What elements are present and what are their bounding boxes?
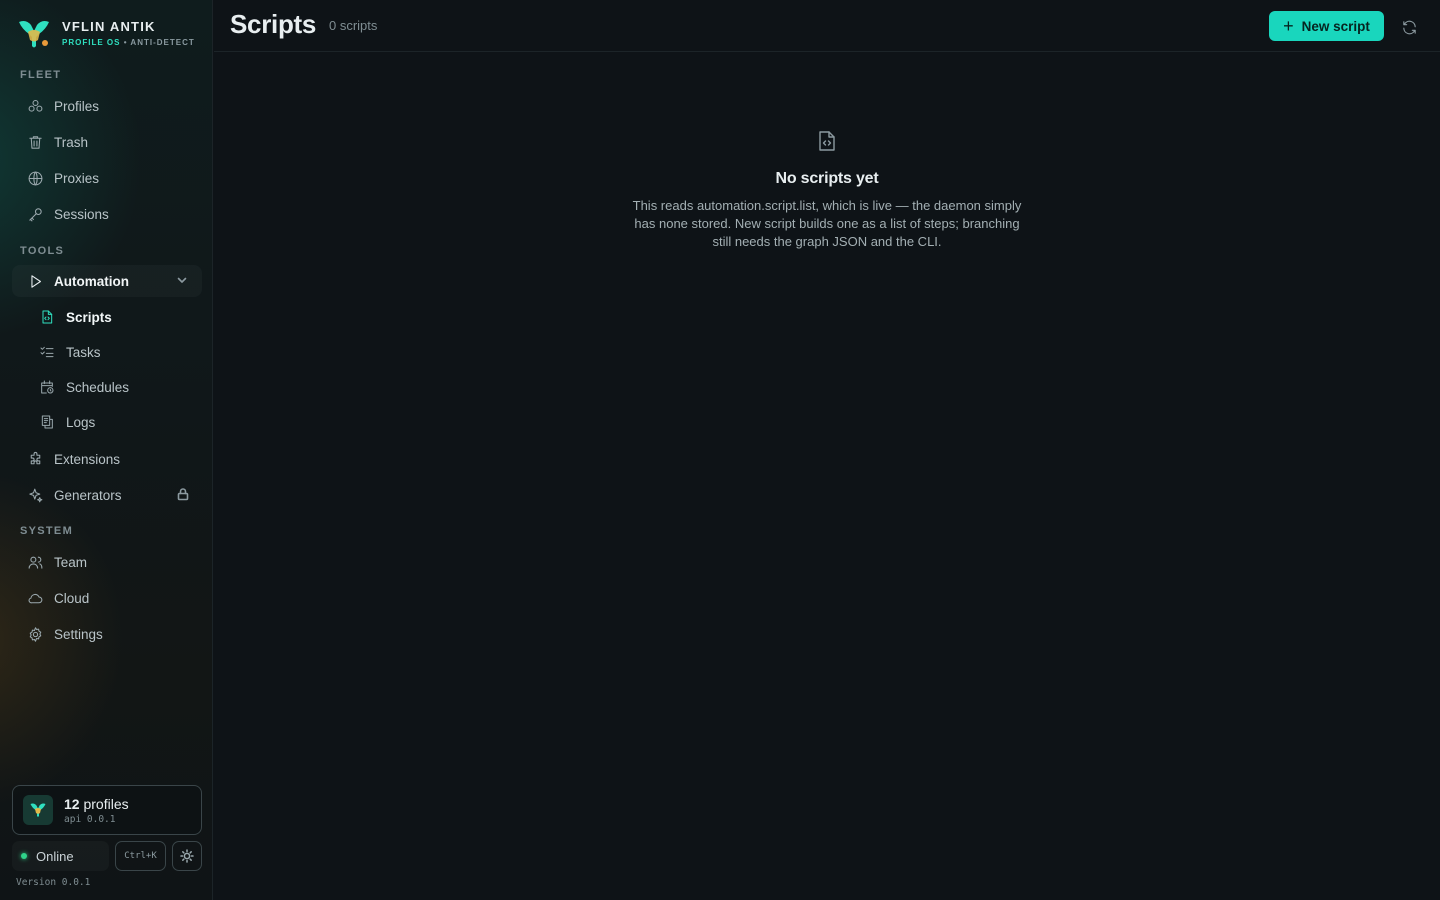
sidebar-item-scripts[interactable]: Scripts <box>22 302 202 332</box>
logs-icon <box>38 413 56 431</box>
new-script-button[interactable]: + New script <box>1269 11 1384 41</box>
sidebar: VFLIN ANTIK PROFILE OS • ANTI-DETECT FLE… <box>0 0 213 900</box>
status-dot-icon <box>21 853 27 859</box>
brand-name: VFLIN ANTIK <box>62 19 156 34</box>
sidebar-item-label: Schedules <box>66 379 130 395</box>
scripts-count: 0 scripts <box>329 18 378 33</box>
brand[interactable]: VFLIN ANTIK PROFILE OS • ANTI-DETECT <box>16 16 195 52</box>
sidebar-item-logs[interactable]: Logs <box>22 407 202 437</box>
list-checks-icon <box>38 343 56 361</box>
cloud-icon <box>26 589 44 607</box>
sidebar-item-label: Settings <box>54 626 103 642</box>
empty-state: No scripts yet This reads automation.scr… <box>214 130 1440 251</box>
sidebar-item-proxies[interactable]: Proxies <box>12 162 202 194</box>
brand-mini-logo <box>23 795 53 825</box>
section-label-tools: TOOLS <box>20 245 65 257</box>
app-version: Version 0.0.1 <box>16 877 91 888</box>
sun-icon <box>180 849 194 863</box>
sidebar-item-label: Profiles <box>54 98 100 114</box>
profiles-icon <box>26 97 44 115</box>
sidebar-item-label: Extensions <box>54 451 121 467</box>
puzzle-icon <box>26 450 44 468</box>
sidebar-item-label: Team <box>54 554 88 570</box>
gear-icon <box>26 625 44 643</box>
sidebar-item-label: Automation <box>54 273 129 289</box>
sidebar-item-generators[interactable]: Generators <box>12 479 202 511</box>
sidebar-item-label: Cloud <box>54 590 90 606</box>
refresh-button[interactable] <box>1398 16 1420 38</box>
sidebar-item-cloud[interactable]: Cloud <box>12 582 202 614</box>
sidebar-item-label: Proxies <box>54 170 100 186</box>
new-script-label: New script <box>1301 18 1370 34</box>
trash-icon <box>26 133 44 151</box>
sidebar-item-label: Trash <box>54 134 89 150</box>
file-code-icon <box>38 308 56 326</box>
sidebar-item-label: Generators <box>54 487 122 503</box>
sidebar-item-settings[interactable]: Settings <box>12 618 202 650</box>
file-code-icon <box>817 130 837 152</box>
sidebar-item-label: Tasks <box>66 344 101 360</box>
chevron-down-icon[interactable] <box>176 274 188 286</box>
calendar-clock-icon <box>38 378 56 396</box>
section-label-system: SYSTEM <box>20 525 74 537</box>
theme-toggle-button[interactable] <box>172 841 202 871</box>
sidebar-item-team[interactable]: Team <box>12 546 202 578</box>
topbar: Scripts 0 scripts + New script <box>214 0 1440 52</box>
sidebar-item-schedules[interactable]: Schedules <box>22 372 202 402</box>
plus-icon: + <box>1283 16 1294 36</box>
sidebar-item-tasks[interactable]: Tasks <box>22 337 202 367</box>
profiles-count: 12 profiles <box>64 795 129 812</box>
sidebar-item-sessions[interactable]: Sessions <box>12 198 202 230</box>
sidebar-item-automation[interactable]: Automation <box>12 265 202 297</box>
play-icon <box>26 272 44 290</box>
users-icon <box>26 553 44 571</box>
brand-tagline: PROFILE OS • ANTI-DETECT <box>62 38 195 47</box>
empty-state-title: No scripts yet <box>775 170 879 187</box>
brand-logo <box>16 16 52 52</box>
empty-state-description: This reads automation.script.list, which… <box>632 198 1022 249</box>
key-icon <box>26 205 44 223</box>
sidebar-item-trash[interactable]: Trash <box>12 126 202 158</box>
sidebar-item-profiles[interactable]: Profiles <box>12 90 202 122</box>
online-status-label: Online <box>36 848 74 864</box>
globe-icon <box>26 169 44 187</box>
api-version: api 0.0.1 <box>64 813 116 825</box>
sparkles-icon <box>26 486 44 504</box>
online-status[interactable]: Online <box>12 841 109 871</box>
command-palette-button[interactable]: Ctrl+K <box>115 841 166 871</box>
lock-icon <box>176 487 190 501</box>
page-title: Scripts <box>230 9 317 39</box>
section-label-fleet: FLEET <box>20 69 62 81</box>
sidebar-item-label: Sessions <box>54 206 109 222</box>
profiles-status-card[interactable]: 12 profiles api 0.0.1 <box>12 785 202 835</box>
sidebar-item-label: Scripts <box>66 309 112 325</box>
sidebar-item-extensions[interactable]: Extensions <box>12 443 202 475</box>
refresh-icon <box>1401 19 1418 36</box>
sidebar-item-label: Logs <box>66 414 96 430</box>
